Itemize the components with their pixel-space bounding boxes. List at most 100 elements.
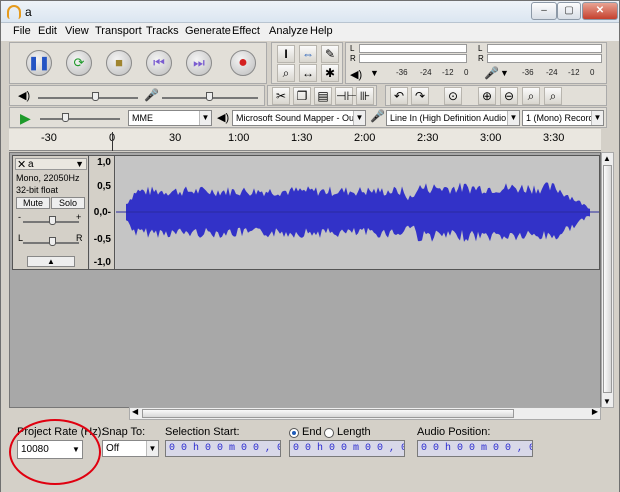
- snap-to-select[interactable]: Off ▼: [102, 440, 159, 457]
- fit-project-icon[interactable]: ⌕: [544, 87, 562, 105]
- microphone-icon[interactable]: 🎤: [484, 66, 499, 80]
- stop-icon: ■: [115, 55, 123, 70]
- selection-tool-icon[interactable]: I: [277, 45, 295, 63]
- input-device-select[interactable]: Line In (High Definition Audio ▼: [386, 110, 520, 126]
- redo-icon[interactable]: ↷: [411, 87, 429, 105]
- menu-view[interactable]: View: [65, 25, 89, 37]
- audio-position-time[interactable]: 0 0 h 0 0 m 0 0 , 0 0 0 s: [417, 440, 533, 457]
- silence-icon[interactable]: ⊪: [356, 87, 374, 105]
- scroll-right-icon[interactable]: ▶: [592, 407, 598, 416]
- paste-icon[interactable]: ▤: [314, 87, 332, 105]
- scroll-up-icon[interactable]: ▲: [603, 154, 611, 163]
- horizontal-scrollbar[interactable]: ◀ ▶: [129, 407, 601, 420]
- zoom-tool-icon[interactable]: ⌕: [277, 64, 295, 82]
- output-device-value: Microsoft Sound Mapper - Outp: [236, 113, 362, 123]
- transport-toolbar: ❚❚ ⟳ ■ ⏮ ⏭ ●: [9, 42, 267, 84]
- pause-button[interactable]: ❚❚: [26, 50, 52, 76]
- snap-to-label: Snap To:: [102, 426, 146, 438]
- menu-generate[interactable]: Generate: [185, 25, 231, 37]
- cut-icon[interactable]: ✂: [272, 87, 290, 105]
- meter-tick: 0: [590, 68, 595, 77]
- timeshift-tool-icon[interactable]: ↔: [299, 64, 317, 82]
- close-button[interactable]: ✕: [582, 2, 618, 20]
- play-speed-slider[interactable]: [62, 113, 69, 122]
- track-control-panel: ✕ a ▼ Mono, 22050Hz 32-bit float Mute So…: [13, 156, 89, 269]
- trim-icon[interactable]: ⊣⊢: [335, 87, 357, 105]
- vertical-scrollbar[interactable]: ▲ ▼: [601, 152, 614, 408]
- highlight-circle: [9, 419, 101, 485]
- selection-end-time[interactable]: 0 0 h 0 0 m 0 0 , 0 0 0 s: [289, 440, 405, 457]
- zoom-out-icon[interactable]: ⊖: [500, 87, 518, 105]
- meter-r-label: R: [478, 54, 484, 63]
- menu-transport[interactable]: Transport: [95, 25, 142, 37]
- menu-edit[interactable]: Edit: [38, 25, 57, 37]
- menu-tracks[interactable]: Tracks: [146, 25, 179, 37]
- menu-file[interactable]: File: [13, 25, 31, 37]
- track-title-bar: ✕ a ▼: [15, 158, 87, 171]
- headphones-icon: [7, 5, 21, 19]
- end-radio[interactable]: [289, 428, 299, 438]
- envelope-tool-icon[interactable]: ⇔: [299, 45, 317, 63]
- history-zoom-toolbar: ↶ ↷ ⊙ ⊕ ⊖ ⌕ ⌕: [385, 85, 607, 106]
- waveform: [116, 182, 599, 242]
- solo-button[interactable]: Solo: [51, 197, 85, 209]
- loop-play-icon: ⟳: [73, 55, 85, 70]
- input-channels-select[interactable]: 1 (Mono) Recordin ▼: [522, 110, 604, 126]
- play-at-speed-icon[interactable]: ▶: [20, 110, 31, 127]
- skip-end-icon: ⏭: [193, 55, 205, 70]
- vertical-scroll-thumb[interactable]: [603, 165, 612, 393]
- scale-label: -1,0: [93, 257, 111, 268]
- sync-lock-icon[interactable]: ⊙: [444, 87, 462, 105]
- minimize-button[interactable]: –: [531, 2, 557, 20]
- speaker-icon[interactable]: ◀): [350, 68, 362, 81]
- meter-toolbar: L R ◀) ▼ -36 -24 -12 0 L R 🎤 ▼ -36 -24 -…: [345, 42, 607, 84]
- playback-volume-slider[interactable]: [92, 92, 99, 101]
- scroll-left-icon[interactable]: ◀: [132, 407, 138, 416]
- horizontal-scroll-thumb[interactable]: [142, 409, 514, 418]
- draw-tool-icon[interactable]: ✎: [321, 45, 339, 63]
- chevron-down-icon[interactable]: ▼: [75, 159, 84, 169]
- selection-start-time[interactable]: 0 0 h 0 0 m 0 0 , 0 0 0 s: [165, 440, 281, 457]
- menu-effect[interactable]: Effect: [232, 25, 260, 37]
- multi-tool-icon[interactable]: ✱: [321, 64, 339, 82]
- mute-button[interactable]: Mute: [16, 197, 50, 209]
- edit-toolbar: ✂ ❐ ▤ ⊣⊢ ⊪: [267, 85, 377, 106]
- copy-icon[interactable]: ❐: [293, 87, 311, 105]
- meter-tick: -36: [522, 68, 534, 77]
- skip-end-button[interactable]: ⏭: [186, 50, 212, 76]
- maximize-button[interactable]: ▢: [557, 2, 581, 20]
- pause-icon: ❚❚: [28, 55, 50, 70]
- menu-help[interactable]: Help: [310, 25, 333, 37]
- scroll-down-icon[interactable]: ▼: [603, 397, 611, 406]
- meter-r-label: R: [350, 54, 356, 63]
- chevron-down-icon[interactable]: ▼: [500, 68, 509, 78]
- microphone-icon: 🎤: [370, 109, 385, 123]
- close-track-icon[interactable]: ✕: [17, 158, 26, 171]
- stop-button[interactable]: ■: [106, 50, 132, 76]
- scale-label: 0,0-: [93, 207, 111, 218]
- undo-icon[interactable]: ↶: [390, 87, 408, 105]
- audio-host-select[interactable]: MME ▼: [128, 110, 212, 126]
- chevron-down-icon: ▼: [146, 441, 158, 456]
- menu-analyze[interactable]: Analyze: [269, 25, 308, 37]
- timeline-ruler[interactable]: -30 0 30 1:00 1:30 2:00 2:30 3:00 3:30: [9, 129, 601, 151]
- skip-start-button[interactable]: ⏮: [146, 50, 172, 76]
- zoom-in-icon[interactable]: ⊕: [478, 87, 496, 105]
- length-radio[interactable]: [324, 428, 334, 438]
- record-button[interactable]: ●: [230, 50, 256, 76]
- fit-selection-icon[interactable]: ⌕: [522, 87, 540, 105]
- waveform-area[interactable]: [116, 156, 599, 269]
- record-icon: ●: [238, 54, 248, 71]
- play-button[interactable]: ⟳: [66, 50, 92, 76]
- track-format: Mono, 22050Hz: [16, 173, 80, 183]
- collapse-track-icon[interactable]: ▲: [27, 256, 75, 267]
- device-toolbar: ▶ MME ▼ ◀) Microsoft Sound Mapper - Outp ▼…: [9, 107, 607, 128]
- output-device-select[interactable]: Microsoft Sound Mapper - Outp ▼: [232, 110, 366, 126]
- track-name[interactable]: a: [28, 159, 34, 170]
- skip-start-icon: ⏮: [153, 55, 165, 70]
- record-volume-slider[interactable]: [206, 92, 213, 101]
- title-bar: a – ▢ ✕: [1, 1, 619, 23]
- pan-slider[interactable]: [49, 237, 56, 246]
- gain-slider[interactable]: [49, 216, 56, 225]
- chevron-down-icon[interactable]: ▼: [370, 68, 379, 78]
